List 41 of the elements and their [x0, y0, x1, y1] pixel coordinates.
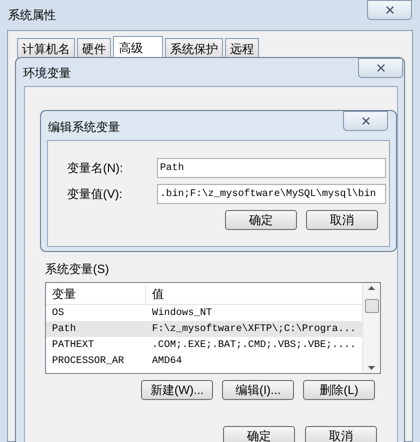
- list-row[interactable]: Path F:\z_mysoftware\XFTP\;C:\Progra...: [46, 321, 362, 337]
- table-cell-text: .COM;.EXE;.BAT;.CMD;.VBS;.VBE;....: [151, 338, 358, 352]
- column-header[interactable]: 值: [146, 284, 362, 302]
- tab[interactable]: 硬件: [77, 38, 111, 58]
- window-title: 系统属性: [8, 7, 56, 24]
- close-button[interactable]: [358, 58, 403, 78]
- close-icon: [360, 115, 372, 127]
- close-button[interactable]: [367, 0, 412, 20]
- field-label: 变量值(V):: [67, 186, 124, 203]
- close-icon: [374, 62, 386, 74]
- dialog-button[interactable]: 删除(L): [303, 380, 375, 400]
- scrollbar[interactable]: [362, 283, 380, 373]
- dialog-button[interactable]: 确定: [223, 426, 295, 442]
- dialog-title: 环境变量: [23, 65, 71, 82]
- dialog-button[interactable]: 取消: [305, 426, 377, 442]
- table-cell-text: PATHEXT: [51, 338, 96, 352]
- table-cell-text: PROCESSOR_AR: [51, 354, 126, 368]
- table-cell-text: Windows_NT: [151, 306, 214, 320]
- scroll-up-icon[interactable]: [368, 286, 375, 290]
- group-label: 系统变量(S): [45, 262, 110, 276]
- column-header[interactable]: 变量: [46, 284, 146, 302]
- field-label: 变量名(N):: [67, 160, 124, 177]
- tab[interactable]: 远程: [225, 38, 259, 58]
- tab[interactable]: 计算机名: [17, 38, 75, 58]
- input-field[interactable]: Path: [157, 158, 386, 178]
- table-cell-text: AMD64: [151, 354, 184, 368]
- scroll-down-icon[interactable]: [368, 366, 375, 370]
- table-cell-text: OS: [51, 306, 66, 320]
- dialog-button[interactable]: 取消: [306, 210, 378, 230]
- tab[interactable]: 高级: [113, 36, 163, 58]
- dialog-title: 编辑系统变量: [48, 119, 120, 136]
- table-cell-text: F:\z_mysoftware\XFTP\;C:\Progra...: [151, 322, 358, 336]
- scroll-thumb[interactable]: [364, 299, 378, 313]
- table-cell-text: Path: [51, 322, 78, 336]
- dialog-button[interactable]: 编辑(I)...: [222, 380, 294, 400]
- close-icon: [384, 4, 396, 16]
- input-field[interactable]: .bin;F:\z_mysoftware\MySQL\mysql\bin: [157, 184, 386, 204]
- close-button[interactable]: [343, 111, 388, 131]
- tab[interactable]: 系统保护: [165, 38, 223, 58]
- dialog-button[interactable]: 确定: [225, 210, 297, 230]
- dialog-button[interactable]: 新建(W)...: [141, 380, 213, 400]
